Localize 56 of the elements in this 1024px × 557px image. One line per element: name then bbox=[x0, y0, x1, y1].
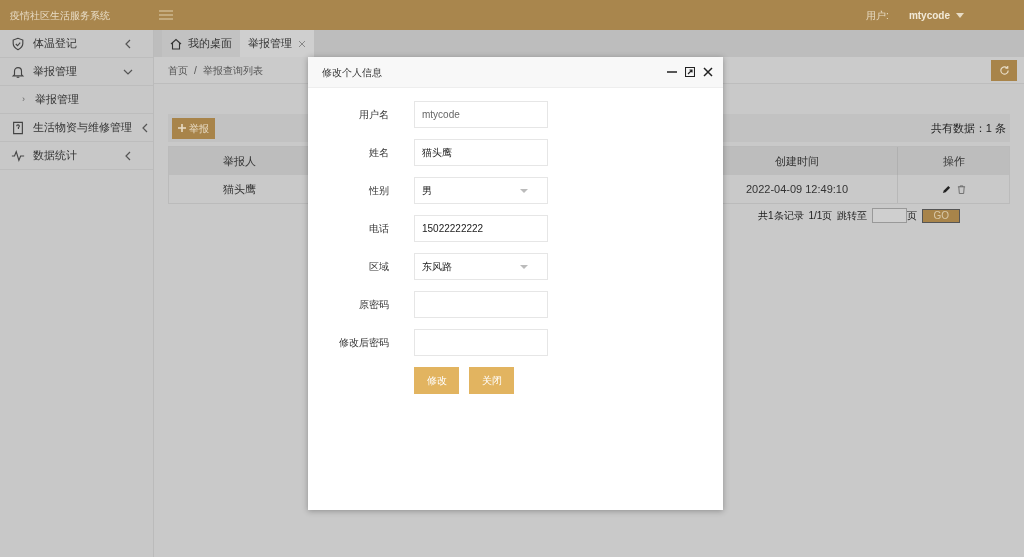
jump-label: 跳转至 bbox=[837, 209, 868, 223]
sidebar-item[interactable]: 举报管理 bbox=[0, 58, 153, 86]
sidebar-item[interactable]: 数据统计 bbox=[0, 142, 153, 170]
field-label: 电话 bbox=[368, 222, 389, 236]
page-unit: 页 bbox=[907, 209, 918, 223]
field-label: 修改后密码 bbox=[338, 336, 389, 350]
record-count: 共1条记录 bbox=[757, 209, 804, 223]
table-cell-text: 2022-04-09 12:49:10 bbox=[744, 181, 850, 197]
input-field[interactable]: mtycode bbox=[414, 101, 548, 128]
user-label: 用户: bbox=[866, 8, 889, 23]
caret-icon bbox=[520, 188, 528, 193]
field-label: 区域 bbox=[368, 260, 389, 274]
total-count: 共有数据：1 条 bbox=[930, 120, 1006, 136]
field-label: 原密码 bbox=[358, 298, 389, 312]
plus-icon bbox=[178, 124, 186, 132]
home-icon bbox=[170, 37, 182, 50]
page-input[interactable] bbox=[872, 208, 908, 223]
app-title: 疫情社区生活服务系统 bbox=[10, 8, 111, 23]
pulse-icon bbox=[11, 148, 25, 163]
sidebar-subitem[interactable]: 举报管理 bbox=[35, 91, 79, 108]
table-header: 举报人 bbox=[169, 147, 309, 175]
maximize-icon[interactable] bbox=[685, 67, 695, 77]
breadcrumb-link[interactable]: 首页 bbox=[168, 62, 188, 78]
breadcrumb-current: 举报查询列表 bbox=[202, 63, 263, 78]
table-cell-text: 猫头鹰 bbox=[221, 181, 257, 197]
field-label: 姓名 bbox=[368, 146, 389, 160]
breadcrumb-separator: / bbox=[194, 63, 197, 78]
table-header: 操作 bbox=[897, 147, 1009, 175]
tab[interactable]: 我的桌面 bbox=[162, 30, 240, 57]
shield-icon bbox=[11, 36, 25, 51]
input-field[interactable]: 猫头鹰 bbox=[414, 139, 548, 166]
input-field[interactable] bbox=[414, 329, 548, 356]
sidebar-item[interactable]: 体温登记 bbox=[0, 30, 153, 58]
page-count: 1/1页 bbox=[808, 209, 833, 223]
field-label: 用户名 bbox=[358, 108, 389, 122]
chevron-left-icon bbox=[123, 150, 133, 161]
refresh-icon bbox=[998, 64, 1010, 76]
field-label: 性别 bbox=[368, 184, 389, 198]
tab[interactable]: 举报管理 bbox=[240, 30, 314, 57]
chevron-left-icon bbox=[123, 38, 133, 49]
select-field[interactable]: 东风路 bbox=[414, 253, 548, 280]
sidebar-item[interactable]: 生活物资与维修管理 bbox=[0, 114, 153, 142]
select-field[interactable]: 男 bbox=[414, 177, 548, 204]
chevron-left-icon bbox=[140, 122, 150, 133]
input-field[interactable]: 15022222222 bbox=[414, 215, 548, 242]
document-icon bbox=[11, 120, 25, 135]
trash-icon[interactable] bbox=[956, 184, 966, 194]
close-icon[interactable] bbox=[703, 67, 713, 77]
refresh-button[interactable] bbox=[991, 59, 1017, 81]
dialog-title: 修改个人信息 bbox=[322, 65, 383, 80]
caret-icon bbox=[520, 264, 528, 269]
submenu-marker: › bbox=[22, 92, 25, 106]
caret-icon bbox=[956, 12, 964, 18]
input-field[interactable] bbox=[414, 291, 548, 318]
bell-icon bbox=[11, 64, 25, 79]
edit-icon[interactable] bbox=[941, 184, 951, 194]
